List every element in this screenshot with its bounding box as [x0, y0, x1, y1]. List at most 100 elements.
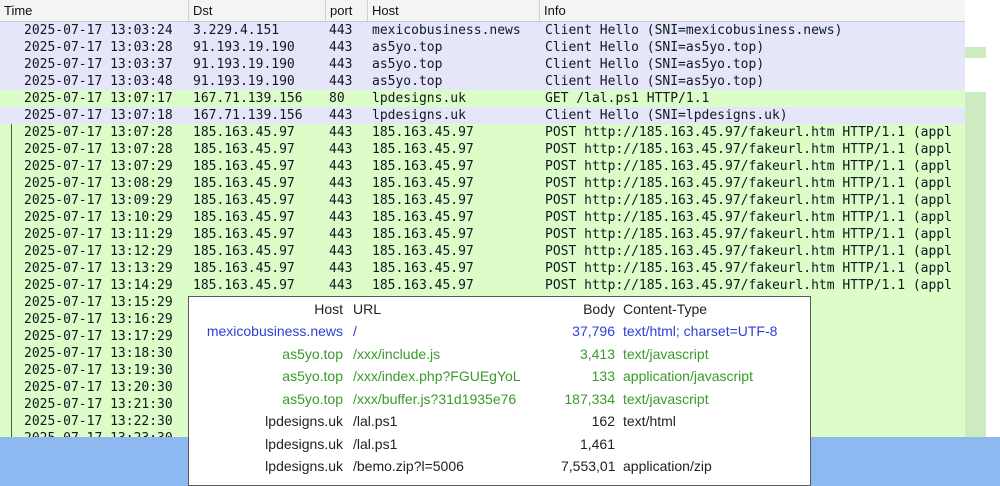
packet-info: POST http://185.163.45.97/fakeurl.htm HT…	[545, 227, 952, 242]
packet-dst: 185.163.45.97	[193, 159, 295, 174]
packet-host: lpdesigns.uk	[372, 108, 466, 123]
packet-time: 2025-07-17 13:10:29	[24, 210, 173, 225]
popup-url: /xxx/include.js	[353, 345, 441, 362]
popup-row[interactable]: lpdesigns.uk/bemo.zip?l=5006 7,553,019 app…	[189, 455, 810, 477]
popup-url: /	[353, 323, 357, 339]
packet-host: 185.163.45.97	[372, 278, 474, 293]
packet-host: 185.163.45.97	[372, 261, 474, 276]
popup-row[interactable]: mexicobusiness.news / 37,796 text/html; cha…	[189, 320, 810, 342]
packet-row[interactable]: 2025-07-17 13:13:29 185.163.45.97 443 185.1…	[0, 260, 965, 277]
popup-row[interactable]: lpdesigns.uk/lal.ps1 162 text/html	[189, 410, 810, 432]
packet-dst: 185.163.45.97	[193, 142, 295, 157]
packet-dst: 91.193.19.190	[193, 57, 295, 72]
packet-time: 2025-07-17 13:03:37	[24, 57, 173, 72]
packet-row[interactable]: 2025-07-17 13:03:24 3.229.4.151 443 mexicob…	[0, 22, 965, 39]
packet-row[interactable]: 2025-07-17 13:03:48 91.193.19.190 443 as5yo…	[0, 73, 965, 90]
popup-body: 133	[591, 368, 615, 384]
popup-row[interactable]: as5yo.top/xxx/index.php?FGUEgYoL 133 appli…	[189, 365, 810, 387]
popup-body: 1,461	[579, 435, 615, 452]
packet-row[interactable]: 2025-07-17 13:07:28 185.163.45.97 443 185.1…	[0, 141, 965, 158]
popup-content-type: application/javascript	[623, 368, 753, 384]
packet-info: Client Hello (SNI=as5yo.top)	[545, 57, 765, 72]
packet-row[interactable]: 2025-07-17 13:14:29 185.163.45.97 443 185.1…	[0, 277, 965, 294]
packet-info: POST http://185.163.45.97/fakeurl.htm HT…	[545, 142, 952, 157]
column-header-host[interactable]: Host	[368, 0, 540, 21]
popup-content-type: text/html; charset=UTF-8	[623, 323, 778, 339]
packet-dst: 185.163.45.97	[193, 227, 295, 242]
packet-info: Client Hello (SNI=lpdesigns.uk)	[545, 108, 788, 123]
packet-host: as5yo.top	[372, 40, 443, 55]
scrollbar-marker	[965, 47, 986, 58]
packet-row[interactable]: 2025-07-17 13:10:29 185.163.45.97 443 185.1…	[0, 209, 965, 226]
packet-time: 2025-07-17 13:11:29	[24, 227, 173, 242]
column-header-info[interactable]: Info	[540, 0, 965, 21]
popup-row[interactable]: as5yo.top/xxx/buffer.js?31d1935e76 187,33…	[189, 388, 810, 410]
packet-dst: 185.163.45.97	[193, 193, 295, 208]
packet-info: POST http://185.163.45.97/fakeurl.htm HT…	[545, 193, 952, 208]
popup-url: /xxx/index.php?FGUEgYoL	[353, 368, 521, 384]
popup-header-host: Host	[314, 301, 343, 317]
packet-host: 185.163.45.97	[372, 159, 474, 174]
packet-info: POST http://185.163.45.97/fakeurl.htm HT…	[545, 176, 952, 191]
popup-host: mexicobusiness.news	[206, 323, 343, 339]
column-header-row: Time Dst port Host Info	[0, 0, 965, 22]
packet-port: 443	[329, 193, 353, 208]
popup-body: 37,796	[572, 323, 615, 339]
column-header-time[interactable]: Time	[0, 0, 189, 21]
packet-row[interactable]: 2025-07-17 13:03:37 91.193.19.190 443 as5yo…	[0, 56, 965, 73]
popup-row[interactable]: lpdesigns.uk/lal.ps1 1,461	[189, 433, 810, 455]
packet-host: 185.163.45.97	[372, 176, 474, 191]
popup-content-type: text/html	[623, 413, 676, 429]
packet-row[interactable]: 2025-07-17 13:07:18 167.71.139.156 443 lpde…	[0, 107, 965, 124]
packet-time: 2025-07-17 13:07:28	[24, 142, 173, 157]
packet-time: 2025-07-17 13:03:24	[24, 23, 173, 38]
packet-port: 443	[329, 74, 353, 89]
popup-host: as5yo.top	[282, 368, 343, 384]
packet-time: 2025-07-17 13:22:30	[24, 414, 173, 429]
popup-body: 7,553,019	[561, 458, 615, 474]
column-header-port[interactable]: port	[326, 0, 368, 21]
http-objects-popup: Host URL Body Content-Type mexicobusines…	[188, 296, 811, 486]
packet-host: 185.163.45.97	[372, 193, 474, 208]
packet-time: 2025-07-17 13:23:30	[24, 430, 186, 437]
popup-header-content-type: Content-Type	[623, 301, 708, 317]
packet-time: 2025-07-17 13:16:29	[24, 312, 173, 327]
popup-row[interactable]: as5yo.top/xxx/include.js 3,413 text/javasc…	[189, 343, 810, 365]
packet-time: 2025-07-17 13:15:29	[24, 295, 173, 310]
packet-row[interactable]: 2025-07-17 13:07:28 185.163.45.97 443 185.1…	[0, 124, 965, 141]
packet-host: lpdesigns.uk	[372, 91, 466, 106]
packet-dst: 3.229.4.151	[193, 23, 280, 38]
packet-row[interactable]: 2025-07-17 13:09:29 185.163.45.97 443 185.1…	[0, 192, 965, 209]
packet-row[interactable]: 2025-07-17 13:07:17 167.71.139.156 80 lpdes…	[0, 90, 965, 107]
packet-dst: 91.193.19.190	[193, 74, 295, 89]
packet-row[interactable]: 2025-07-17 13:11:29 185.163.45.97 443 185.1…	[0, 226, 965, 243]
packet-info: POST http://185.163.45.97/fakeurl.htm HT…	[545, 244, 952, 259]
packet-host: 185.163.45.97	[372, 227, 474, 242]
packet-row[interactable]: 2025-07-17 13:03:28 91.193.19.190 443 as5yo…	[0, 39, 965, 56]
packet-port: 443	[329, 23, 353, 38]
packet-time: 2025-07-17 13:13:29	[24, 261, 173, 276]
packet-host: 185.163.45.97	[372, 142, 474, 157]
popup-header-row: Host URL Body Content-Type	[189, 298, 810, 320]
popup-body: 3,413	[579, 345, 615, 362]
popup-host: lpdesigns.uk	[265, 413, 343, 429]
column-header-dst[interactable]: Dst	[189, 0, 326, 21]
packet-row[interactable]: 2025-07-17 13:12:29 185.163.45.97 443 185.1…	[0, 243, 965, 260]
packet-info: POST http://185.163.45.97/fakeurl.htm HT…	[545, 261, 952, 276]
packet-time: 2025-07-17 13:18:30	[24, 346, 173, 361]
popup-body: 187,334	[564, 390, 615, 407]
packet-row[interactable]: 2025-07-17 13:07:29 185.163.45.97 443 185.1…	[0, 158, 965, 175]
packet-port: 443	[329, 278, 353, 293]
packet-info: Client Hello (SNI=as5yo.top)	[545, 40, 765, 55]
packet-dst: 167.71.139.156	[193, 91, 303, 106]
scrollbar[interactable]	[965, 0, 1000, 437]
packet-port: 443	[329, 125, 353, 140]
packet-dst: 91.193.19.190	[193, 40, 295, 55]
packet-time: 2025-07-17 13:03:28	[24, 40, 173, 55]
packet-host: 185.163.45.97	[372, 210, 474, 225]
packet-port: 443	[329, 108, 353, 123]
packet-row[interactable]: 2025-07-17 13:08:29 185.163.45.97 443 185.1…	[0, 175, 965, 192]
packet-info: Client Hello (SNI=mexicobusiness.news)	[545, 23, 843, 38]
packet-port: 443	[329, 142, 353, 157]
packet-time: 2025-07-17 13:03:48	[24, 74, 173, 89]
